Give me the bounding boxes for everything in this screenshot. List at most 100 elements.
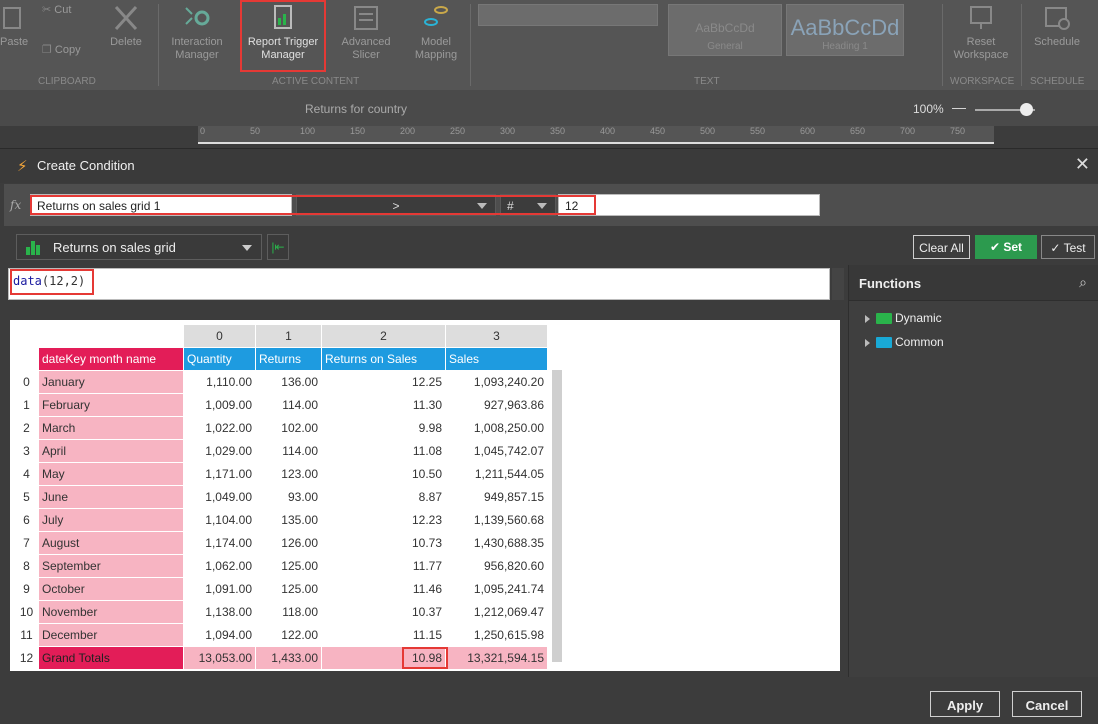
value-cell[interactable]: 1,009.00 [183, 393, 256, 417]
value-cell[interactable]: 136.00 [255, 370, 322, 394]
clear-all-button[interactable]: Clear All [913, 235, 970, 259]
reset-workspace-tool[interactable]: Reset Workspace [950, 4, 1012, 62]
value-cell[interactable]: 125.00 [255, 577, 322, 601]
value-cell[interactable]: 10.37 [321, 600, 446, 624]
apply-button[interactable]: Apply [930, 691, 1000, 717]
value-cell[interactable]: 13,321,594.15 [445, 646, 548, 670]
value-cell[interactable]: 12.25 [321, 370, 446, 394]
interaction-manager-tool[interactable]: Interaction Manager [166, 4, 228, 62]
value-cell[interactable]: 949,857.15 [445, 485, 548, 509]
value-cell[interactable]: 1,110.00 [183, 370, 256, 394]
value-cell[interactable]: 122.00 [255, 623, 322, 647]
value-cell[interactable]: 1,138.00 [183, 600, 256, 624]
test-button[interactable]: ✓ Test [1041, 235, 1095, 259]
insert-reference-button[interactable]: |⇤ [267, 234, 289, 260]
value-cell[interactable]: 1,212,069.47 [445, 600, 548, 624]
value-cell[interactable]: 1,093,240.20 [445, 370, 548, 394]
value-cell[interactable]: 1,171.00 [183, 462, 256, 486]
value-cell[interactable]: 1,250,615.98 [445, 623, 548, 647]
value-cell[interactable]: 1,029.00 [183, 439, 256, 463]
month-cell[interactable]: January [38, 370, 184, 394]
value-cell[interactable]: 125.00 [255, 554, 322, 578]
grid-selector-dropdown[interactable]: Returns on sales grid [16, 234, 262, 260]
value-cell[interactable]: 93.00 [255, 485, 322, 509]
zoom-out-button[interactable]: — [952, 99, 966, 115]
value-cell[interactable]: 1,062.00 [183, 554, 256, 578]
style-normal[interactable]: AaBbCcDd General [668, 4, 782, 56]
value-cell[interactable]: 118.00 [255, 600, 322, 624]
left-operand-field[interactable]: Returns on sales grid 1 [30, 194, 292, 216]
paste-tool[interactable]: Paste [0, 4, 28, 49]
value-type-dropdown[interactable]: # [500, 194, 556, 216]
search-icon[interactable]: ⌕ [1079, 274, 1087, 291]
value-cell[interactable]: 1,211,544.05 [445, 462, 548, 486]
month-cell[interactable]: Grand Totals [38, 646, 184, 670]
value-cell[interactable]: 11.30 [321, 393, 446, 417]
value-cell[interactable]: 1,008,250.00 [445, 416, 548, 440]
value-cell[interactable]: 11.77 [321, 554, 446, 578]
month-cell[interactable]: March [38, 416, 184, 440]
value-cell[interactable]: 1,049.00 [183, 485, 256, 509]
font-selector[interactable] [478, 4, 658, 26]
close-icon[interactable]: ✕ [1075, 154, 1090, 175]
month-cell[interactable]: February [38, 393, 184, 417]
value-cell[interactable]: 10.50 [321, 462, 446, 486]
set-button[interactable]: ✔ Set [975, 235, 1037, 259]
value-cell[interactable]: 956,820.60 [445, 554, 548, 578]
condition-value-input[interactable]: 12 [558, 194, 820, 216]
value-cell[interactable]: 13,053.00 [183, 646, 256, 670]
value-cell[interactable]: 114.00 [255, 439, 322, 463]
function-group-dynamic[interactable]: Dynamic [865, 311, 942, 325]
value-cell[interactable]: 10.73 [321, 531, 446, 555]
month-cell[interactable]: June [38, 485, 184, 509]
value-cell[interactable]: 1,433.00 [255, 646, 322, 670]
value-cell[interactable]: 927,963.86 [445, 393, 548, 417]
value-cell[interactable]: 1,022.00 [183, 416, 256, 440]
copy-tool[interactable]: ❐ Copy [42, 44, 98, 57]
delete-tool[interactable]: Delete [106, 4, 146, 49]
value-cell[interactable]: 1,045,742.07 [445, 439, 548, 463]
value-cell[interactable]: 9.98 [321, 416, 446, 440]
month-cell[interactable]: July [38, 508, 184, 532]
value-cell[interactable]: 8.87 [321, 485, 446, 509]
month-cell[interactable]: December [38, 623, 184, 647]
value-cell[interactable]: 114.00 [255, 393, 322, 417]
schedule-tool[interactable]: Schedule [1028, 4, 1086, 49]
month-cell[interactable]: August [38, 531, 184, 555]
advanced-slicer-tool[interactable]: Advanced Slicer [338, 4, 394, 62]
value-cell[interactable]: 11.15 [321, 623, 446, 647]
value-cell[interactable]: 1,174.00 [183, 531, 256, 555]
month-cell[interactable]: April [38, 439, 184, 463]
value-cell[interactable]: 1,091.00 [183, 577, 256, 601]
operator-dropdown[interactable]: > [296, 194, 496, 216]
grid-scrollbar[interactable] [552, 370, 562, 662]
cut-tool[interactable]: ✂ Cut [42, 4, 98, 17]
value-cell[interactable]: 102.00 [255, 416, 322, 440]
model-mapping-tool[interactable]: Model Mapping [408, 4, 464, 62]
value-cell[interactable]: 126.00 [255, 531, 322, 555]
row-index: 1 [14, 393, 39, 417]
month-cell[interactable]: September [38, 554, 184, 578]
month-cell[interactable]: May [38, 462, 184, 486]
value-cell[interactable]: 11.08 [321, 439, 446, 463]
value-cell[interactable]: 1,139,560.68 [445, 508, 548, 532]
function-group-common[interactable]: Common [865, 335, 944, 349]
value-cell[interactable]: 123.00 [255, 462, 322, 486]
value-cell[interactable]: 1,094.00 [183, 623, 256, 647]
expression-scrollbar[interactable] [832, 268, 844, 300]
month-cell[interactable]: October [38, 577, 184, 601]
value-cell[interactable]: 1,430,688.35 [445, 531, 548, 555]
value-cell[interactable]: 1,104.00 [183, 508, 256, 532]
measure-header: Returns on Sales [321, 347, 446, 371]
value-cell[interactable]: 12.23 [321, 508, 446, 532]
month-cell[interactable]: November [38, 600, 184, 624]
value-cell[interactable]: 1,095,241.74 [445, 577, 548, 601]
value-cell[interactable]: 135.00 [255, 508, 322, 532]
expression-editor[interactable]: data(12,2) [8, 268, 830, 300]
value-cell[interactable]: 11.46 [321, 577, 446, 601]
cancel-button[interactable]: Cancel [1012, 691, 1082, 717]
zoom-slider-handle[interactable] [1020, 103, 1033, 116]
style-heading[interactable]: AaBbCcDd Heading 1 [786, 4, 904, 56]
table-row: 8 September 1,062.00 125.00 11.77 956,820.60 [14, 554, 548, 578]
selected-value-highlight [402, 647, 448, 669]
